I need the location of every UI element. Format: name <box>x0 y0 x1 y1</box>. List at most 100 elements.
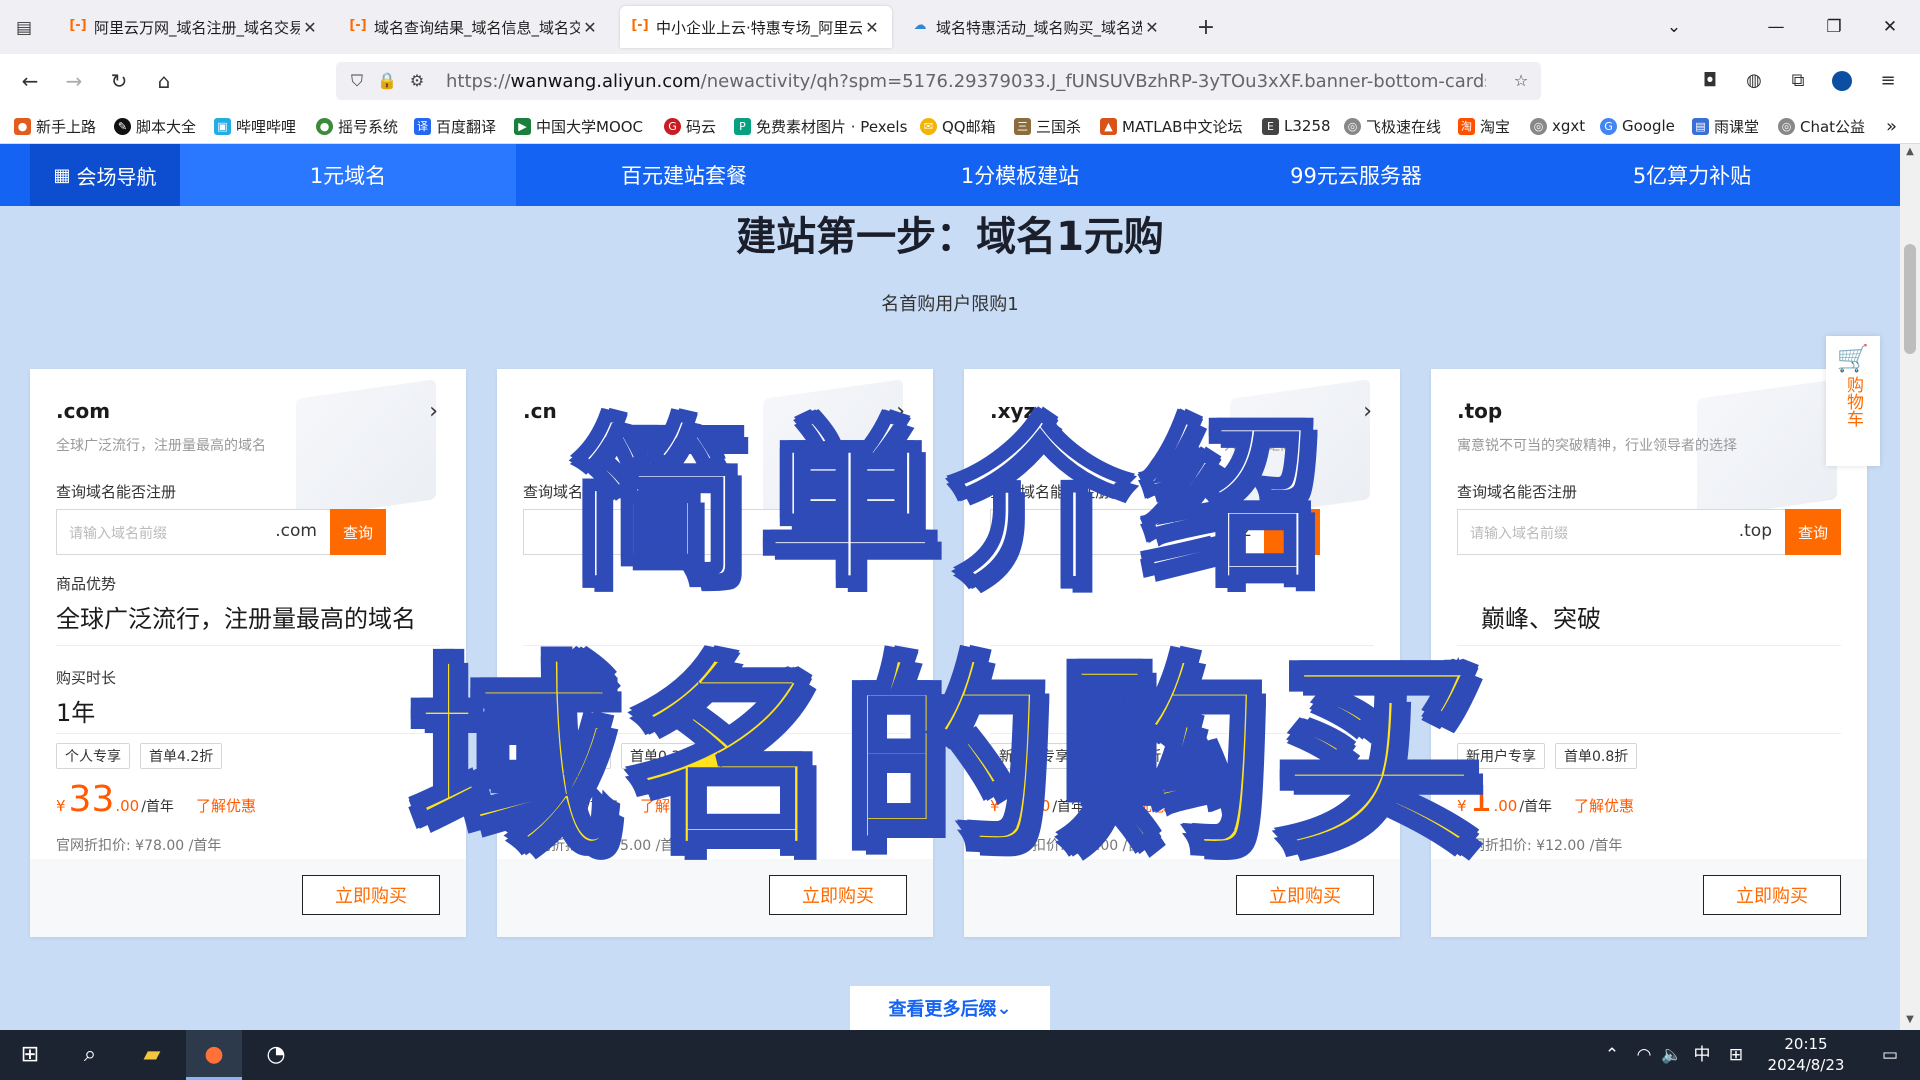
browser-tab-bar: ▤ [-] 阿里云万网_域名注册_域名交易 ✕ [-] 域名查询结果_域名信息_… <box>0 0 1920 54</box>
page-scrollbar[interactable]: ▲ ▼ <box>1900 144 1920 1030</box>
browser-tab[interactable]: [-] 阿里云万网_域名注册_域名交易 ✕ <box>58 6 330 48</box>
close-tab-icon[interactable]: ✕ <box>580 18 600 37</box>
nav-item-1yuan-domain[interactable]: 1元域名 <box>180 144 516 206</box>
more-suffix-button[interactable]: 查看更多后缀 ⌄ <box>850 986 1050 1030</box>
bookmark-item[interactable]: ◎ 飞极速在线 <box>1344 114 1441 138</box>
volume-icon[interactable]: 🔈 <box>1660 1030 1684 1080</box>
matlab-icon: ▲ <box>1100 117 1117 135</box>
home-icon[interactable]: ⌂ <box>148 65 180 97</box>
bookmark-star-icon[interactable]: ☆ <box>1508 67 1534 95</box>
bookmark-item[interactable]: ● 摇号系统 <box>316 114 398 138</box>
overlay-title-line2: 域名的购买 <box>406 636 1490 881</box>
bookmark-item[interactable]: E L3258 <box>1262 114 1331 138</box>
bookmark-item[interactable]: ▶ 中国大学MOOC <box>514 114 643 138</box>
shield-icon[interactable]: ⛉ <box>344 67 370 95</box>
back-icon[interactable]: ← <box>14 65 46 97</box>
script-icon: ✎ <box>114 117 131 135</box>
google-icon: G <box>1600 117 1617 135</box>
venue-nav-button[interactable]: ▦ 会场导航 <box>30 144 180 206</box>
bookmark-item[interactable]: ◎ Chat公益 <box>1778 114 1865 138</box>
forward-icon[interactable]: → <box>58 65 90 97</box>
bookmark-item[interactable]: G 码云 <box>664 114 716 138</box>
bookmark-item[interactable]: G Google <box>1600 114 1675 138</box>
close-tab-icon[interactable]: ✕ <box>300 18 320 37</box>
permissions-icon[interactable]: ⚙ <box>404 67 430 95</box>
ime-mode-icon[interactable]: ⊞ <box>1724 1030 1748 1080</box>
tab-list-icon[interactable]: ▤ <box>10 14 38 42</box>
new-tab-button[interactable]: + <box>1190 12 1222 44</box>
nav-item-template-site[interactable]: 1分模板建站 <box>852 144 1188 206</box>
bookmark-item[interactable]: ● 新手上路 <box>14 114 96 138</box>
globe-icon: ◎ <box>1530 117 1547 135</box>
file-explorer-icon[interactable]: ▰ <box>124 1030 180 1080</box>
close-tab-icon[interactable]: ✕ <box>862 18 882 37</box>
system-clock[interactable]: 20:15 2024/8/23 <box>1756 1034 1856 1076</box>
buy-now-button[interactable]: 立即购买 <box>1703 875 1841 915</box>
bookmark-item[interactable]: ▲ MATLAB中文论坛 <box>1100 114 1242 138</box>
rain-classroom-icon: ▤ <box>1692 117 1709 135</box>
close-window-icon[interactable]: ✕ <box>1870 10 1910 44</box>
bookmark-item[interactable]: 三三国杀 <box>1014 114 1081 138</box>
section-subtitle: 名首购用户限购1 <box>881 294 1019 315</box>
lock-icon[interactable]: 🔒 <box>374 67 400 95</box>
globe-icon: ◎ <box>1344 117 1361 135</box>
address-bar[interactable]: ⛉ 🔒 ⚙ https://wanwang.aliyun.com/newacti… <box>336 62 1541 100</box>
site-top-nav: ▦ 会场导航 1元域名 百元建站套餐 1分模板建站 99元云服务器 5亿算力补贴 <box>0 144 1900 206</box>
nav-item-compute-subsidy[interactable]: 5亿算力补贴 <box>1524 144 1860 206</box>
search-icon[interactable]: ⌕ <box>62 1030 118 1080</box>
scroll-up-icon[interactable]: ▲ <box>1904 146 1916 157</box>
nav-item-cloud-server[interactable]: 99元云服务器 <box>1188 144 1524 206</box>
firefox-taskbar-icon[interactable]: ● <box>186 1030 242 1080</box>
buy-now-button[interactable]: 立即购买 <box>302 875 440 915</box>
tray-overflow-icon[interactable]: ⌃ <box>1600 1030 1624 1080</box>
qqmail-icon: ✉ <box>920 117 937 135</box>
bookmark-item[interactable]: ◎ xgxt <box>1530 114 1585 138</box>
aliyun-favicon-icon: [-] <box>69 18 87 33</box>
extension-avatar-icon[interactable]: ◍ <box>1738 65 1770 97</box>
sanguosha-icon: 三 <box>1014 117 1031 135</box>
tab-title: 域名查询结果_域名信息_域名交 <box>374 18 580 37</box>
menu-icon[interactable]: ≡ <box>1872 65 1904 97</box>
bookmark-item[interactable]: 译百度翻译 <box>414 114 496 138</box>
tab-title: 中小企业上云·特惠专场_阿里云 <box>656 18 862 37</box>
url-text[interactable]: https://wanwang.aliyun.com/newactivity/q… <box>446 71 1486 92</box>
restore-icon[interactable]: ❐ <box>1814 10 1854 44</box>
chevron-down-icon: ⌄ <box>996 997 1012 1019</box>
globe-icon: ◎ <box>1778 117 1795 135</box>
aliyun-favicon-icon: [-] <box>631 18 649 33</box>
reload-icon[interactable]: ↻ <box>103 65 135 97</box>
notification-icon[interactable]: ▭ <box>1872 1030 1908 1080</box>
bookmark-item[interactable]: 淘淘宝 <box>1458 114 1510 138</box>
extensions-icon[interactable]: ⧉ <box>1782 65 1814 97</box>
buy-now-button[interactable]: 立即购买 <box>769 875 907 915</box>
recorder-app-icon[interactable]: ◔ <box>248 1030 304 1080</box>
bookmark-item[interactable]: P 免费素材图片 · Pexels <box>734 114 907 138</box>
tab-title: 域名特惠活动_域名购买_域名选 <box>936 18 1142 37</box>
bookmarks-bar: ● 新手上路 ✎ 脚本大全 ▣ 哔哩哔哩 ● 摇号系统 译百度翻译 ▶ 中国大学MOOC … <box>0 108 1920 144</box>
network-icon[interactable]: ◠ <box>1632 1030 1656 1080</box>
account-icon[interactable] <box>1826 65 1858 97</box>
scroll-down-icon[interactable]: ▼ <box>1904 1014 1916 1025</box>
bookmark-item[interactable]: ▣ 哔哩哔哩 <box>214 114 296 138</box>
windows-start-icon[interactable]: ⊞ <box>2 1030 58 1080</box>
page-content: ▦ 会场导航 1元域名 百元建站套餐 1分模板建站 99元云服务器 5亿算力补贴… <box>0 144 1900 1030</box>
pocket-icon[interactable]: ◘ <box>1694 65 1726 97</box>
browser-tab[interactable]: [-] 域名查询结果_域名信息_域名交 ✕ <box>338 6 610 48</box>
nav-item-website-package[interactable]: 百元建站套餐 <box>516 144 852 206</box>
browser-tab-active[interactable]: [-] 中小企业上云·特惠专场_阿里云 ✕ <box>620 6 892 48</box>
bookmark-item[interactable]: ✉ QQ邮箱 <box>920 114 996 138</box>
bookmark-item[interactable]: ▤ 雨课堂 <box>1692 114 1759 138</box>
translate-icon: 译 <box>414 117 431 135</box>
bookmark-item[interactable]: ✎ 脚本大全 <box>114 114 196 138</box>
minimize-icon[interactable]: — <box>1756 10 1796 44</box>
ime-indicator[interactable]: 中 <box>1690 1030 1714 1080</box>
bookmarks-overflow-icon[interactable]: » <box>1886 114 1897 138</box>
tab-title: 阿里云万网_域名注册_域名交易 <box>94 18 300 37</box>
tab-overflow-icon[interactable]: ⌄ <box>1654 10 1694 44</box>
browser-tab[interactable]: ☁ 域名特惠活动_域名购买_域名选 ✕ <box>900 6 1172 48</box>
buy-now-button[interactable]: 立即购买 <box>1236 875 1374 915</box>
venue-nav-label: 会场导航 <box>76 164 157 189</box>
close-tab-icon[interactable]: ✕ <box>1142 18 1162 37</box>
clock-date: 2024/8/23 <box>1767 1056 1845 1074</box>
scrollbar-thumb[interactable] <box>1904 244 1916 354</box>
